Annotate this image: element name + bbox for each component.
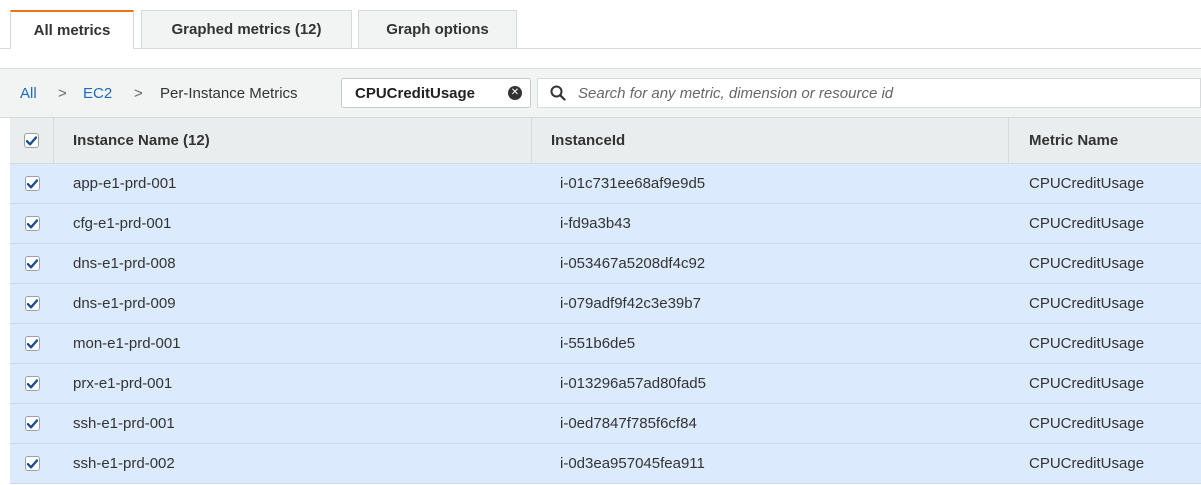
tab-graphed-metrics[interactable]: Graphed metrics (12) [141, 10, 352, 48]
metric-name: CPUCreditUsage [1029, 255, 1145, 272]
instance-id: i-551b6de5 [560, 335, 636, 352]
table-header: Instance Name (12) InstanceId Metric Nam… [10, 118, 1201, 164]
metric-name: CPUCreditUsage [1029, 375, 1145, 392]
instance-name: ssh-e1-prd-001 [73, 415, 175, 432]
breadcrumb-separator: > [134, 85, 143, 102]
row-checkbox[interactable] [24, 456, 40, 471]
table-row[interactable]: prx-e1-prd-001 i-013296a57ad80fad5 CPUCred… [10, 364, 1201, 404]
filter-chip-label: CPUCreditUsage [355, 84, 476, 102]
table-row[interactable]: dns-e1-prd-008 i-053467a5208df4c92 CPUCred… [10, 244, 1201, 284]
checkmark-icon [26, 338, 38, 348]
table-row[interactable]: mon-e1-prd-001 i-551b6de5 CPUCreditUsage [10, 324, 1201, 364]
row-check-cell [10, 164, 54, 203]
table-row[interactable]: ssh-e1-prd-001 i-0ed7847f785f6cf84 CPUCred… [10, 404, 1201, 444]
checkmark-icon [26, 258, 38, 268]
table-body: app-e1-prd-001 i-01c731ee68af9e9d5 CPUCred… [10, 164, 1201, 484]
row-check-cell [10, 364, 54, 403]
breadcrumb-current: Per-Instance Metrics [160, 85, 298, 102]
checkmark-icon [26, 298, 38, 308]
instance-id: i-0ed7847f785f6cf84 [560, 415, 697, 432]
table-row[interactable]: cfg-e1-prd-001 i-fd9a3b43 CPUCreditUsage [10, 204, 1201, 244]
row-checkbox[interactable] [24, 336, 40, 351]
metric-name: CPUCreditUsage [1029, 455, 1145, 472]
search-input[interactable] [576, 79, 1200, 107]
metric-name: CPUCreditUsage [1029, 415, 1145, 432]
checkmark-icon [26, 135, 37, 145]
select-all-cell [10, 118, 54, 163]
breadcrumb-all[interactable]: All [20, 85, 37, 103]
cloudwatch-metrics-panel: All metrics Graphed metrics (12) Graph o… [0, 0, 1201, 485]
row-checkbox[interactable] [24, 296, 40, 311]
instance-id: i-fd9a3b43 [560, 215, 631, 232]
row-check-cell [10, 324, 54, 363]
row-checkbox[interactable] [24, 256, 40, 271]
search-box [537, 78, 1201, 108]
row-checkbox[interactable] [24, 376, 40, 391]
row-checkbox[interactable] [24, 176, 40, 191]
select-all-checkbox[interactable] [24, 133, 39, 148]
header-instance-id[interactable]: InstanceId [532, 118, 1009, 163]
metric-name: CPUCreditUsage [1029, 295, 1145, 312]
tab-bar: All metrics Graphed metrics (12) Graph o… [0, 0, 1201, 49]
row-checkbox[interactable] [24, 216, 40, 231]
header-instance-name[interactable]: Instance Name (12) [54, 118, 532, 163]
checkmark-icon [26, 418, 38, 428]
instance-name: dns-e1-prd-008 [73, 255, 176, 272]
metrics-toolbar: All > EC2 > Per-Instance Metrics CPUCred… [0, 68, 1201, 118]
row-check-cell [10, 204, 54, 243]
checkmark-icon [26, 458, 38, 468]
row-check-cell [10, 244, 54, 283]
instance-name: mon-e1-prd-001 [73, 335, 181, 352]
search-icon [550, 85, 572, 101]
table-row[interactable]: ssh-e1-prd-002 i-0d3ea957045fea911 CPUCred… [10, 444, 1201, 484]
checkmark-icon [26, 218, 38, 228]
row-check-cell [10, 404, 54, 443]
instance-name: cfg-e1-prd-001 [73, 215, 172, 232]
instance-name: dns-e1-prd-009 [73, 295, 176, 312]
instance-name: app-e1-prd-001 [73, 175, 177, 192]
metric-name: CPUCreditUsage [1029, 335, 1145, 352]
checkmark-icon [26, 378, 38, 388]
table-row[interactable]: app-e1-prd-001 i-01c731ee68af9e9d5 CPUCred… [10, 164, 1201, 204]
instance-id: i-0d3ea957045fea911 [560, 455, 705, 472]
metrics-table: Instance Name (12) InstanceId Metric Nam… [10, 118, 1201, 484]
instance-name: prx-e1-prd-001 [73, 375, 173, 392]
header-metric-name[interactable]: Metric Name [1009, 118, 1201, 163]
table-row[interactable]: dns-e1-prd-009 i-079adf9f42c3e39b7 CPUCred… [10, 284, 1201, 324]
instance-id: i-053467a5208df4c92 [560, 255, 706, 272]
row-check-cell [10, 444, 54, 483]
metric-name: CPUCreditUsage [1029, 215, 1145, 232]
instance-id: i-079adf9f42c3e39b7 [560, 295, 701, 312]
row-checkbox[interactable] [24, 416, 40, 431]
instance-id: i-013296a57ad80fad5 [560, 375, 706, 392]
row-check-cell [10, 284, 54, 323]
instance-id: i-01c731ee68af9e9d5 [560, 175, 706, 192]
tab-all-metrics[interactable]: All metrics [10, 10, 134, 49]
checkmark-icon [26, 178, 38, 188]
instance-name: ssh-e1-prd-002 [73, 455, 175, 472]
tab-graph-options[interactable]: Graph options [358, 10, 517, 48]
breadcrumb-ec2[interactable]: EC2 [83, 85, 112, 103]
breadcrumb-separator: > [58, 85, 67, 102]
filter-chip: CPUCreditUsage ✕ [341, 78, 531, 108]
close-circle-icon[interactable]: ✕ [508, 86, 522, 100]
metric-name: CPUCreditUsage [1029, 175, 1145, 192]
